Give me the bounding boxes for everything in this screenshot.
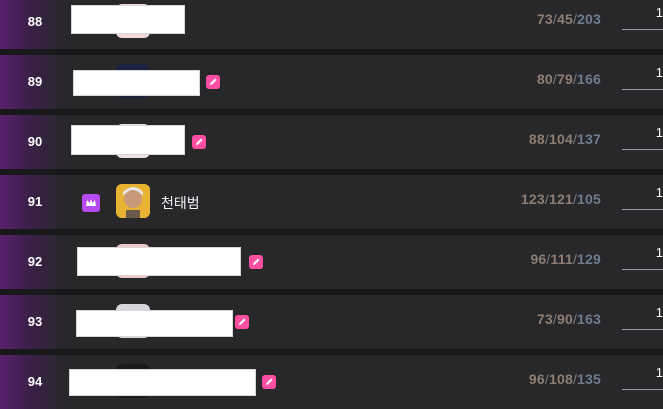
kda-stats: 96/111/129 [530, 251, 601, 267]
kda-stats: 88/104/137 [528, 131, 601, 147]
kda-stats: 123/121/105 [520, 191, 601, 207]
redacted-name [71, 125, 185, 155]
kda-stats: 73/90/163 [536, 311, 601, 327]
crown-icon [82, 194, 100, 212]
score-field[interactable]: 1 [622, 115, 663, 150]
pencil-icon[interactable] [249, 255, 263, 269]
kda-stats: 80/79/166 [536, 71, 601, 87]
pencil-icon[interactable] [192, 135, 206, 149]
score-field[interactable]: 1 [622, 55, 663, 90]
pencil-icon[interactable] [235, 315, 249, 329]
score-field[interactable]: 1 [622, 175, 663, 210]
pencil-icon[interactable] [206, 75, 220, 89]
rank-number: 92 [27, 254, 43, 269]
rank-number: 88 [27, 14, 43, 29]
ranking-row[interactable]: 91 천태범 123/121/105 1 [0, 175, 663, 229]
rank-number: 90 [27, 134, 43, 149]
ranking-list: 88 73/45/203 1 89 80/79/166 1 90 88/104/… [0, 0, 663, 409]
score-field[interactable]: 1 [622, 235, 663, 270]
ranking-row[interactable]: 94 96/108/135 1 [0, 355, 663, 409]
ranking-row[interactable]: 93 73/90/163 1 [0, 295, 663, 349]
kda-stats: 96/108/135 [528, 371, 601, 387]
redacted-name [69, 369, 256, 396]
player-name[interactable]: 천태범 [161, 193, 200, 213]
ranking-row[interactable]: 89 80/79/166 1 [0, 55, 663, 109]
kda-stats: 73/45/203 [536, 11, 601, 27]
redacted-name [76, 310, 233, 337]
score-field[interactable]: 1 [622, 0, 663, 30]
pencil-icon[interactable] [262, 375, 276, 389]
redacted-name [77, 247, 241, 276]
player-avatar [116, 184, 150, 218]
rank-number: 91 [27, 194, 43, 209]
redacted-name [71, 5, 185, 34]
ranking-row[interactable]: 90 88/104/137 1 [0, 115, 663, 169]
ranking-row[interactable]: 92 96/111/129 1 [0, 235, 663, 289]
ranking-row[interactable]: 88 73/45/203 1 [0, 0, 663, 49]
rank-number: 94 [27, 374, 43, 389]
score-field[interactable]: 1 [622, 295, 663, 330]
rank-number: 93 [27, 314, 43, 329]
redacted-name [73, 70, 200, 96]
score-field[interactable]: 1 [622, 355, 663, 390]
rank-number: 89 [27, 74, 43, 89]
